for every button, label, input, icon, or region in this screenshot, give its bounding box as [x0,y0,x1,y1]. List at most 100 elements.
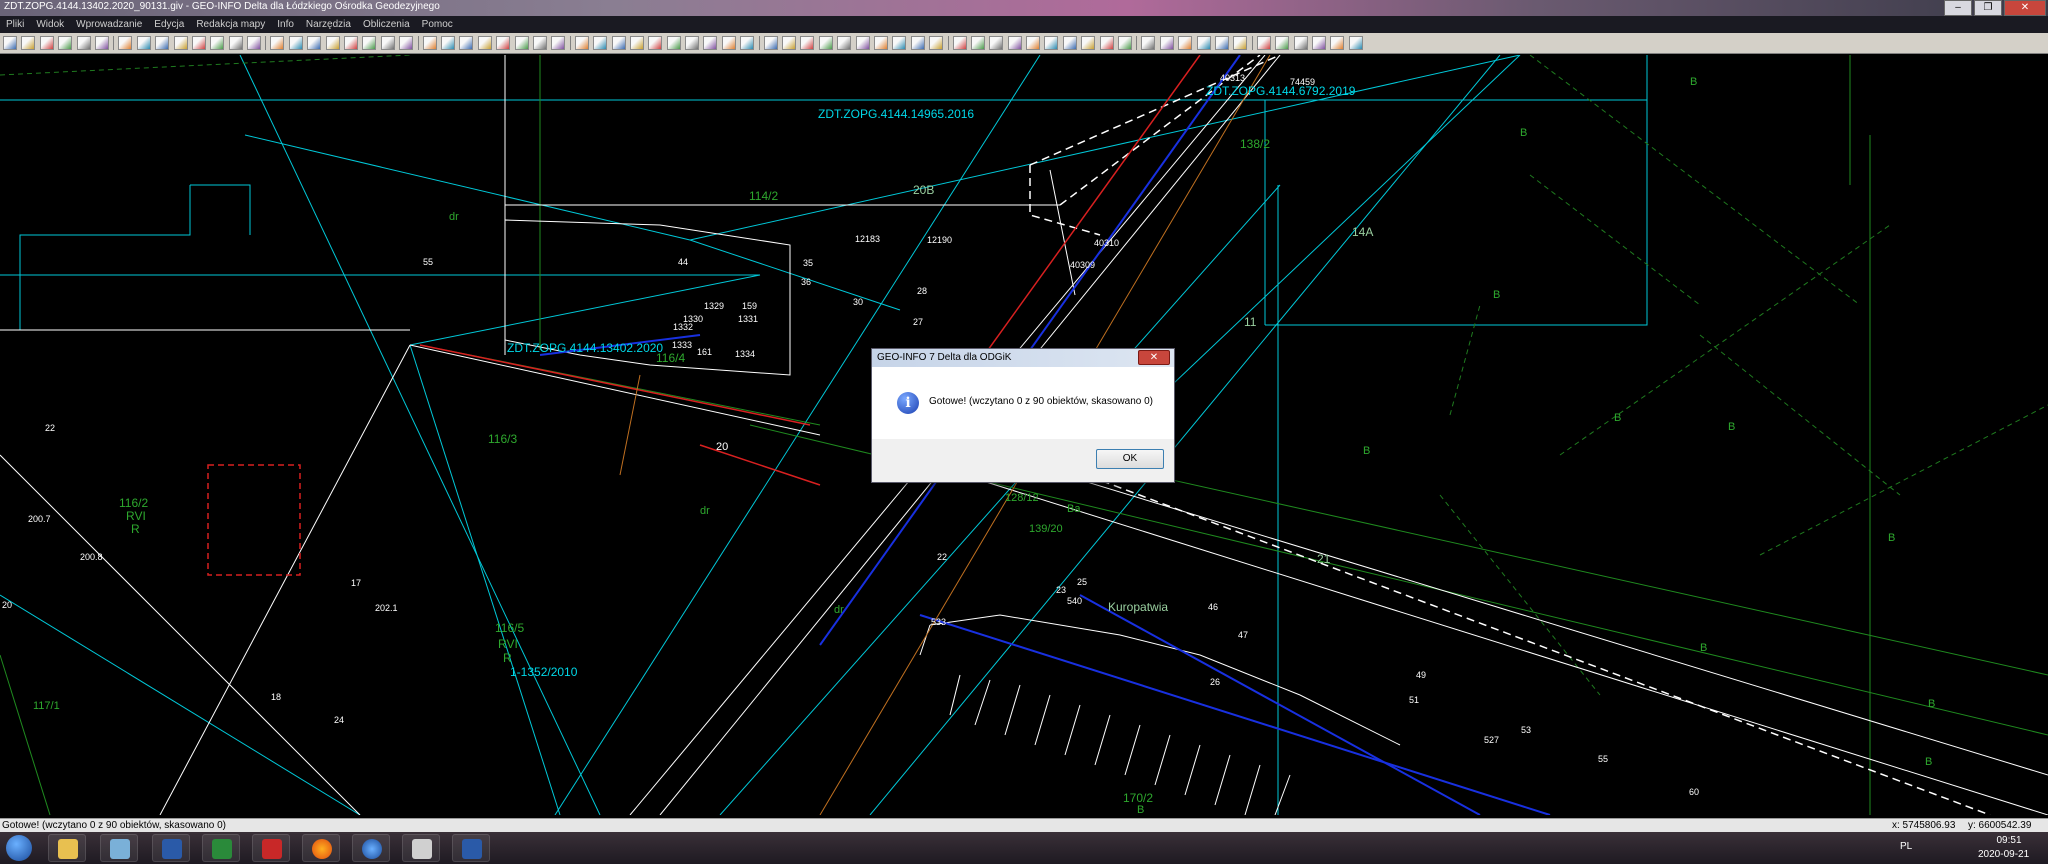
toolbar-button[interactable] [173,36,188,50]
toolbar-button[interactable] [191,36,206,50]
toolbar-button[interactable] [380,36,395,50]
toolbar-button[interactable] [910,36,925,50]
taskbar-explorer[interactable] [48,834,86,862]
menu-edycja[interactable]: Edycja [148,19,190,30]
toolbar-button[interactable] [440,36,455,50]
maximize-button[interactable]: ❐ [1974,0,2002,16]
toolbar-button[interactable] [496,36,511,50]
toolbar-button[interactable] [3,36,17,50]
toolbar-button[interactable] [1118,36,1133,50]
toolbar-button[interactable] [118,36,133,50]
clock-time[interactable]: 09:51 [1984,835,2034,846]
toolbar-button[interactable] [344,36,359,50]
toolbar-button[interactable] [422,36,437,50]
toolbar-button[interactable] [593,36,608,50]
toolbar-button[interactable] [39,36,54,50]
taskbar-globe[interactable] [352,834,390,862]
toolbar-button[interactable] [551,36,566,50]
taskbar-app-red[interactable] [252,834,290,862]
toolbar-button[interactable] [1215,36,1229,50]
menu-redakcja-mapy[interactable]: Redakcja mapy [190,19,271,30]
menu-info[interactable]: Info [271,19,300,30]
taskbar-geo-info[interactable] [452,834,490,862]
window-titlebar[interactable]: ZDT.ZOPG.4144.13402.2020_90131.giv - GEO… [0,0,2048,16]
toolbar-button[interactable] [21,36,36,50]
toolbar-button[interactable] [155,36,170,50]
toolbar-button[interactable] [1275,36,1290,50]
toolbar-button[interactable] [873,36,888,50]
toolbar-button[interactable] [1178,36,1193,50]
toolbar-button[interactable] [648,36,663,50]
toolbar-button[interactable] [307,36,322,50]
toolbar-button[interactable] [818,36,833,50]
toolbar-button[interactable] [1348,36,1363,50]
toolbar-button[interactable] [247,36,262,50]
toolbar-button[interactable] [611,36,626,50]
start-orb-icon[interactable] [6,835,32,861]
toolbar-button[interactable] [970,36,985,50]
minimize-button[interactable]: – [1944,0,1972,16]
toolbar-button[interactable] [1311,36,1326,50]
toolbar-button[interactable] [763,36,778,50]
taskbar-excel[interactable] [202,834,240,862]
menu-obliczenia[interactable]: Obliczenia [357,19,416,30]
ok-button[interactable]: OK [1096,449,1164,469]
toolbar-button[interactable] [228,36,243,50]
menu-wprowadzanie[interactable]: Wprowadzanie [70,19,148,30]
toolbar-button[interactable] [782,36,797,50]
toolbar-button[interactable] [685,36,700,50]
toolbar-button[interactable] [574,36,589,50]
toolbar-button[interactable] [1256,36,1271,50]
toolbar-button[interactable] [459,36,474,50]
toolbar-button[interactable] [1330,36,1345,50]
toolbar-button[interactable] [1062,36,1077,50]
toolbar-button[interactable] [1141,36,1156,50]
menu-pliki[interactable]: Pliki [0,19,30,30]
menu-pomoc[interactable]: Pomoc [416,19,459,30]
dialog-titlebar[interactable]: GEO-INFO 7 Delta dla ODGiK ✕ [872,349,1174,367]
toolbar-button[interactable] [270,36,285,50]
toolbar-button[interactable] [1159,36,1174,50]
toolbar-button[interactable] [1233,36,1248,50]
toolbar-button[interactable] [477,36,492,50]
toolbar-button[interactable] [325,36,340,50]
taskbar-notepad[interactable] [100,834,138,862]
toolbar-button[interactable] [399,36,414,50]
toolbar-button[interactable] [1099,36,1114,50]
toolbar-button[interactable] [1026,36,1041,50]
taskbar-firefox[interactable] [302,834,340,862]
toolbar-button[interactable] [210,36,225,50]
toolbar-button[interactable] [362,36,377,50]
toolbar-button[interactable] [929,36,944,50]
toolbar-button[interactable] [76,36,91,50]
close-window-button[interactable]: ✕ [2004,0,2046,16]
clock-date[interactable]: 2020-09-21 [1978,849,2029,860]
language-indicator[interactable]: PL [1900,841,1912,852]
toolbar-button[interactable] [532,36,547,50]
toolbar-button[interactable] [1081,36,1096,50]
toolbar-button[interactable] [136,36,151,50]
toolbar-button[interactable] [514,36,529,50]
dialog-close-button[interactable]: ✕ [1138,350,1170,365]
toolbar-button[interactable] [952,36,967,50]
toolbar-button[interactable] [666,36,681,50]
toolbar-button[interactable] [800,36,815,50]
toolbar-button[interactable] [892,36,907,50]
taskbar-acrobat[interactable] [402,834,440,862]
toolbar-button[interactable] [1293,36,1308,50]
toolbar-button[interactable] [740,36,755,50]
toolbar-button[interactable] [629,36,644,50]
toolbar-button[interactable] [855,36,870,50]
menu-widok[interactable]: Widok [30,19,70,30]
taskbar-word[interactable] [152,834,190,862]
menu-narzedzia[interactable]: Narzędzia [300,19,357,30]
toolbar-button[interactable] [288,36,303,50]
toolbar-button[interactable] [989,36,1004,50]
toolbar-button[interactable] [1007,36,1022,50]
toolbar-button[interactable] [58,36,73,50]
toolbar-button[interactable] [703,36,718,50]
toolbar-button[interactable] [1196,36,1211,50]
toolbar-button[interactable] [1044,36,1059,50]
toolbar-button[interactable] [837,36,852,50]
toolbar-button[interactable] [94,36,109,50]
